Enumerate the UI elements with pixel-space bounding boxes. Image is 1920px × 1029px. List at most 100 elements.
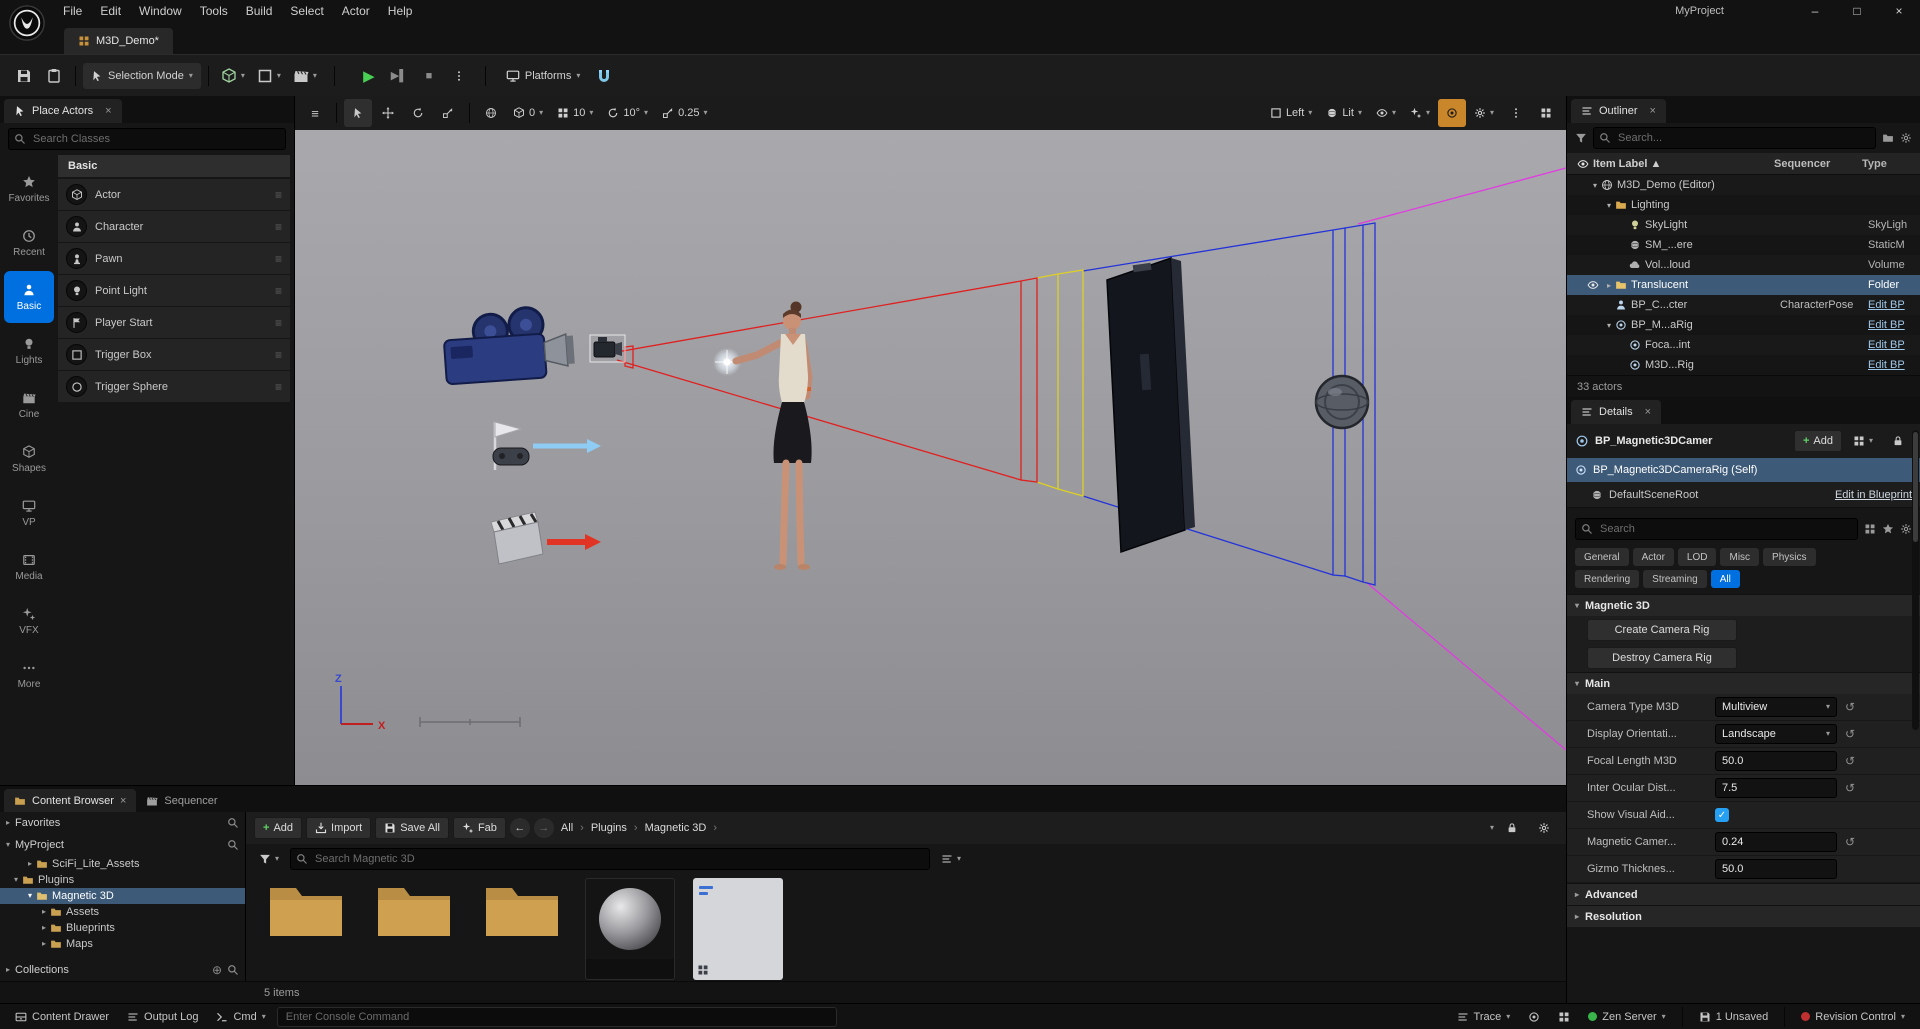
reset-to-default-icon[interactable]: ↺ (1845, 727, 1855, 741)
search-icon[interactable] (227, 964, 239, 976)
back-button[interactable]: ← (510, 818, 530, 838)
expander-icon[interactable]: ▾ (1589, 181, 1601, 190)
column-item-label[interactable]: Item Label ▲ (1593, 158, 1774, 170)
add-actor-dropdown[interactable]: ▾ (216, 62, 250, 90)
lock-icon[interactable] (1884, 430, 1912, 452)
level-viewport[interactable]: ≡ 0▾ 10▾ (295, 96, 1566, 785)
move-tool-button[interactable] (374, 99, 402, 127)
magnetic-camera-input[interactable] (1722, 836, 1830, 848)
output-log-button[interactable]: Output Log (120, 1006, 205, 1028)
placeable-actor[interactable]: Player Start ≡ (58, 307, 290, 338)
visibility-column-icon[interactable] (1573, 158, 1593, 170)
cinematics-dropdown[interactable]: ▾ (288, 62, 322, 90)
edit-in-blueprint-link[interactable]: Edit in Blueprint (1835, 489, 1912, 501)
placeable-actor[interactable]: Point Light ≡ (58, 275, 290, 306)
platforms-dropdown[interactable]: Platforms ▾ (498, 63, 588, 89)
tree-item-scifi[interactable]: ▸ SciFi_Lite_Assets (0, 856, 245, 872)
reset-to-default-icon[interactable]: ↺ (1845, 754, 1855, 768)
frustum-camera[interactable] (590, 335, 625, 362)
focal-length-input[interactable] (1722, 755, 1830, 767)
save-button[interactable] (10, 62, 38, 90)
add-component-button[interactable]: + Add (1794, 430, 1842, 452)
grid-icon-button[interactable] (1551, 1006, 1577, 1028)
search-icon[interactable] (227, 817, 239, 829)
expander-icon[interactable]: ▸ (1603, 281, 1615, 290)
zen-server-dropdown[interactable]: Zen Server ▾ (1581, 1006, 1672, 1028)
display-grid-icon[interactable] (1864, 523, 1876, 535)
target-icon-button[interactable] (1521, 1006, 1547, 1028)
fab-button[interactable]: Fab (453, 817, 506, 839)
nav-basic[interactable]: Basic (4, 271, 54, 323)
outliner-row[interactable]: SM_...ere StaticM (1567, 235, 1920, 255)
section-advanced[interactable]: ▸ Advanced (1567, 883, 1920, 905)
outliner-row[interactable]: BP_C...cter CharacterPoseEdit BP (1567, 295, 1920, 315)
filter-all[interactable]: All (1711, 570, 1740, 588)
menu-select[interactable]: Select (281, 0, 332, 22)
tree-item-assets[interactable]: ▸ Assets (0, 904, 245, 920)
outliner-row[interactable]: SkyLight SkyLigh (1567, 215, 1920, 235)
nav-more[interactable]: More (4, 649, 54, 701)
drag-grip-icon[interactable]: ≡ (275, 348, 282, 362)
placeable-actor[interactable]: Pawn ≡ (58, 243, 290, 274)
sidebar-myproject[interactable]: ▾ MyProject (0, 834, 245, 856)
drag-grip-icon[interactable]: ≡ (275, 252, 282, 266)
sidebar-collections[interactable]: ▸ Collections ⊕ (0, 959, 245, 981)
nav-media[interactable]: Media (4, 541, 54, 593)
reset-to-default-icon[interactable]: ↺ (1845, 700, 1855, 714)
filter-actor[interactable]: Actor (1633, 548, 1674, 566)
nav-cine[interactable]: Cine (4, 379, 54, 431)
console-command-box[interactable] (277, 1007, 837, 1027)
edit-bp-link[interactable]: Edit BP (1868, 299, 1920, 311)
menu-actor[interactable]: Actor (333, 0, 379, 22)
close-icon[interactable]: × (120, 795, 126, 807)
scene-root-row[interactable]: DefaultSceneRoot Edit in Blueprint (1567, 482, 1920, 508)
favorites-star-icon[interactable] (1882, 523, 1894, 535)
outliner-row-selected[interactable]: ▸ Translucent Folder (1567, 275, 1920, 295)
import-button[interactable]: Import (306, 817, 371, 839)
reset-to-default-icon[interactable]: ↺ (1845, 781, 1855, 795)
world-local-toggle[interactable] (477, 99, 505, 127)
show-flags-dropdown[interactable]: ▾ (1370, 101, 1402, 125)
viewport-options-icon[interactable]: ≡ (301, 99, 329, 127)
drag-grip-icon[interactable]: ≡ (275, 188, 282, 202)
maximize-button[interactable]: □ (1836, 0, 1878, 22)
placeable-actor[interactable]: Trigger Sphere ≡ (58, 371, 290, 402)
drag-grip-icon[interactable]: ≡ (275, 380, 282, 394)
nav-shapes[interactable]: Shapes (4, 433, 54, 485)
close-icon[interactable]: × (1645, 406, 1651, 418)
grid-snap-dropdown[interactable]: 10▾ (551, 101, 599, 125)
nav-recent[interactable]: Recent (4, 217, 54, 269)
outliner-row[interactable]: Vol...loud Volume (1567, 255, 1920, 275)
tree-item-blueprints[interactable]: ▸ Blueprints (0, 920, 245, 936)
menu-edit[interactable]: Edit (91, 0, 130, 22)
scale-snap-dropdown[interactable]: 0.25▾ (656, 101, 713, 125)
create-camera-rig-button[interactable]: Create Camera Rig (1587, 619, 1737, 641)
details-settings-icon[interactable] (1900, 523, 1912, 535)
viewport-scene[interactable]: Z X (295, 130, 1566, 785)
filter-lod[interactable]: LOD (1678, 548, 1717, 566)
trace-dropdown[interactable]: Trace ▾ (1450, 1006, 1518, 1028)
display-orientation-dropdown[interactable]: Landscape▾ (1715, 724, 1837, 744)
search-classes-box[interactable] (8, 128, 286, 150)
outliner-search-box[interactable] (1593, 127, 1876, 149)
sidebar-favorites[interactable]: ▸ Favorites (0, 812, 245, 834)
outliner-row[interactable]: M3D...Rig Edit BP (1567, 355, 1920, 375)
component-self-row[interactable]: BP_Magnetic3DCameraRig (Self) (1567, 458, 1920, 482)
filter-misc[interactable]: Misc (1720, 548, 1759, 566)
menu-help[interactable]: Help (379, 0, 422, 22)
sequence-clapperboard-gizmo[interactable] (491, 512, 601, 564)
more-options-icon[interactable] (1502, 99, 1530, 127)
edit-bp-link[interactable]: Edit BP (1868, 359, 1920, 371)
tab-place-actors[interactable]: Place Actors × (4, 99, 122, 123)
browse-content-button[interactable] (40, 62, 68, 90)
path-dropdown-icon[interactable]: ▾ (1490, 824, 1494, 832)
view-perspective-dropdown[interactable]: Left▾ (1264, 101, 1318, 125)
asset-material-sphere[interactable] (584, 878, 676, 977)
scale-tool-button[interactable] (434, 99, 462, 127)
details-search-box[interactable] (1575, 518, 1858, 540)
camera-rig-active-button[interactable] (1438, 99, 1466, 127)
reset-to-default-icon[interactable]: ↺ (1845, 835, 1855, 849)
menu-build[interactable]: Build (237, 0, 282, 22)
asset-folder[interactable] (260, 878, 352, 977)
play-button[interactable]: ▶ (355, 62, 383, 90)
